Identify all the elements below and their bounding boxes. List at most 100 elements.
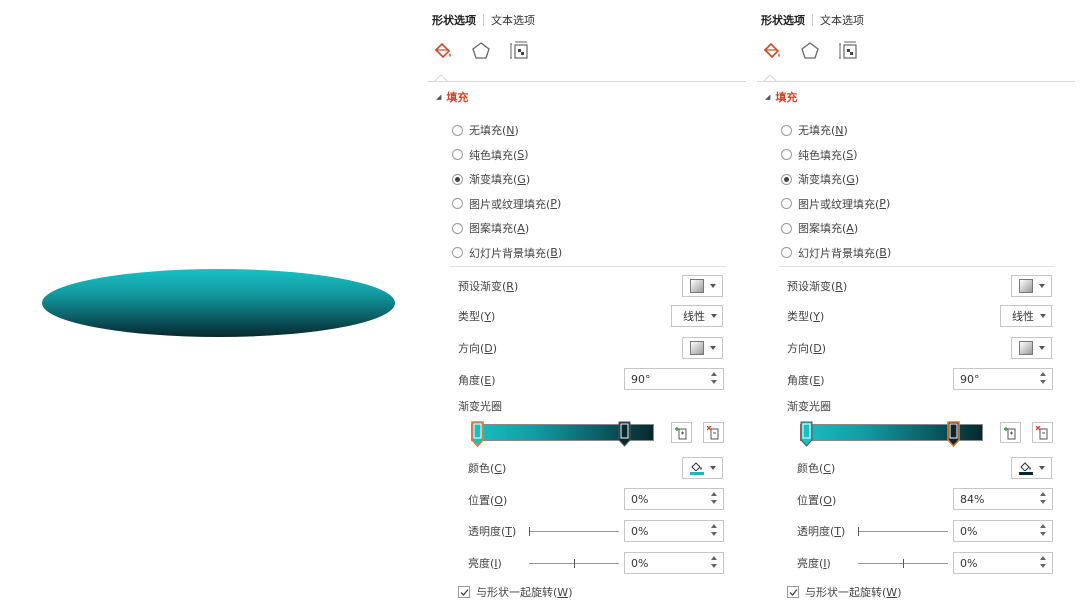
radio-button[interactable] xyxy=(781,222,792,234)
fill-section-header[interactable]: ◢ 填充 xyxy=(436,89,468,105)
radio-button[interactable] xyxy=(781,198,792,210)
spinner-arrows-icon[interactable] xyxy=(1040,556,1046,570)
current-color-bar xyxy=(1018,472,1033,475)
brightness-value: 0% xyxy=(631,556,649,570)
fill-option-radio[interactable]: 纯色填充(S) xyxy=(781,143,891,168)
remove-stop-icon xyxy=(706,425,718,439)
fill-option-radio[interactable]: 图案填充(A) xyxy=(781,216,891,241)
spinner-arrows-icon[interactable] xyxy=(711,556,717,570)
slider-thumb[interactable] xyxy=(858,526,859,536)
direction-dropdown[interactable] xyxy=(682,337,723,359)
fill-option-label: 渐变填充( xyxy=(469,173,518,187)
spinner-arrows-icon[interactable] xyxy=(711,524,717,538)
radio-button[interactable] xyxy=(452,173,463,185)
angle-spinner[interactable]: 90° xyxy=(624,368,724,390)
chevron-down-icon xyxy=(709,466,716,470)
preset-gradient-dropdown[interactable] xyxy=(1011,275,1052,297)
spinner-arrows-icon[interactable] xyxy=(1040,492,1046,506)
radio-button[interactable] xyxy=(452,198,463,210)
angle-value: 90° xyxy=(960,372,980,386)
fill-type-options: 无填充(N) 纯色填充(S) 渐变填充(G) 图片或纹理填充(P) 图案填充(A) 幻灯片… xyxy=(452,118,562,265)
tab-shape-options[interactable]: 形状选项 xyxy=(432,12,476,28)
chevron-down-icon xyxy=(1040,314,1046,318)
preset-gradient-label: 预设渐变(R) xyxy=(787,279,848,294)
gradient-stop-left[interactable] xyxy=(471,421,484,447)
radio-button[interactable] xyxy=(781,247,792,259)
accelerator-key: G xyxy=(517,172,526,186)
fill-bucket-icon[interactable] xyxy=(432,40,454,62)
pentagon-effects-icon[interactable] xyxy=(470,40,492,62)
transparency-slider[interactable] xyxy=(529,520,619,542)
direction-swatch-icon xyxy=(1018,341,1033,355)
angle-spinner[interactable]: 90° xyxy=(953,368,1053,390)
fill-option-radio[interactable]: 图片或纹理填充(P) xyxy=(781,192,891,217)
format-shape-panel-1: 形状选项 文本选项 ◢ 填充 无填充(N) 纯色填充(S) 渐变填充(G) 图片或纹理… xyxy=(428,0,748,608)
fill-option-radio[interactable]: 无填充(N) xyxy=(452,118,562,143)
fill-option-radio[interactable]: 图案填充(A) xyxy=(452,216,562,241)
slider-thumb[interactable] xyxy=(529,526,530,536)
remove-stop-button[interactable] xyxy=(1032,422,1053,443)
gradient-stop-left[interactable] xyxy=(800,421,813,447)
slider-thumb[interactable] xyxy=(903,558,904,568)
radio-button[interactable] xyxy=(781,124,792,136)
fill-option-radio[interactable]: 渐变填充(G) xyxy=(452,167,562,192)
tab-text-options[interactable]: 文本选项 xyxy=(820,12,864,28)
pentagon-effects-icon[interactable] xyxy=(799,40,821,62)
transparency-slider[interactable] xyxy=(858,520,948,542)
fill-section-header[interactable]: ◢ 填充 xyxy=(765,89,797,105)
gradient-stop-right[interactable] xyxy=(947,421,960,447)
fill-option-radio[interactable]: 纯色填充(S) xyxy=(452,143,562,168)
brightness-slider[interactable] xyxy=(529,552,619,574)
radio-button[interactable] xyxy=(452,222,463,234)
fill-option-radio[interactable]: 图片或纹理填充(P) xyxy=(452,192,562,217)
brightness-spinner[interactable]: 0% xyxy=(624,552,724,574)
section-separator xyxy=(450,266,726,267)
size-properties-icon[interactable] xyxy=(508,40,530,62)
paren-close: ) xyxy=(885,197,891,211)
spinner-arrows-icon[interactable] xyxy=(711,372,717,386)
category-icons xyxy=(761,40,875,62)
radio-button[interactable] xyxy=(452,124,463,136)
spinner-arrows-icon[interactable] xyxy=(711,492,717,506)
fill-option-radio[interactable]: 幻灯片背景填充(B) xyxy=(781,241,891,266)
gradient-ellipse-shape[interactable] xyxy=(42,269,395,337)
brightness-slider[interactable] xyxy=(858,552,948,574)
paint-bucket-icon xyxy=(689,461,704,475)
gradient-stop-right[interactable] xyxy=(618,421,631,447)
preset-gradient-label: 预设渐变(R) xyxy=(458,279,519,294)
position-spinner[interactable]: 0% xyxy=(624,488,724,510)
tab-text-options[interactable]: 文本选项 xyxy=(491,12,535,28)
rotate-with-shape-checkbox[interactable]: 与形状一起旋转(W) xyxy=(787,584,901,600)
radio-button[interactable] xyxy=(781,149,792,161)
radio-button[interactable] xyxy=(452,149,463,161)
brightness-label: 亮度(I) xyxy=(468,556,502,571)
direction-dropdown[interactable] xyxy=(1011,337,1052,359)
transparency-spinner[interactable]: 0% xyxy=(624,520,724,542)
fill-option-radio[interactable]: 幻灯片背景填充(B) xyxy=(452,241,562,266)
checkbox[interactable] xyxy=(458,586,470,598)
color-picker-button[interactable] xyxy=(1011,457,1052,479)
preset-gradient-dropdown[interactable] xyxy=(682,275,723,297)
color-picker-button[interactable] xyxy=(682,457,723,479)
checkbox[interactable] xyxy=(787,586,799,598)
fill-option-radio[interactable]: 无填充(N) xyxy=(781,118,891,143)
slider-thumb[interactable] xyxy=(574,558,575,568)
tab-shape-options[interactable]: 形状选项 xyxy=(761,12,805,28)
rotate-with-shape-checkbox[interactable]: 与形状一起旋转(W) xyxy=(458,584,572,600)
spinner-arrows-icon[interactable] xyxy=(1040,524,1046,538)
type-dropdown[interactable]: 线性 xyxy=(671,305,723,327)
radio-button[interactable] xyxy=(452,247,463,259)
transparency-spinner[interactable]: 0% xyxy=(953,520,1053,542)
remove-stop-button[interactable] xyxy=(703,422,724,443)
add-stop-button[interactable] xyxy=(671,422,692,443)
fill-option-radio[interactable]: 渐变填充(G) xyxy=(781,167,891,192)
position-spinner[interactable]: 84% xyxy=(953,488,1053,510)
collapse-triangle-icon: ◢ xyxy=(436,93,442,101)
brightness-spinner[interactable]: 0% xyxy=(953,552,1053,574)
radio-button[interactable] xyxy=(781,173,792,185)
add-stop-button[interactable] xyxy=(1000,422,1021,443)
spinner-arrows-icon[interactable] xyxy=(1040,372,1046,386)
type-dropdown[interactable]: 线性 xyxy=(1000,305,1052,327)
size-properties-icon[interactable] xyxy=(837,40,859,62)
fill-bucket-icon[interactable] xyxy=(761,40,783,62)
